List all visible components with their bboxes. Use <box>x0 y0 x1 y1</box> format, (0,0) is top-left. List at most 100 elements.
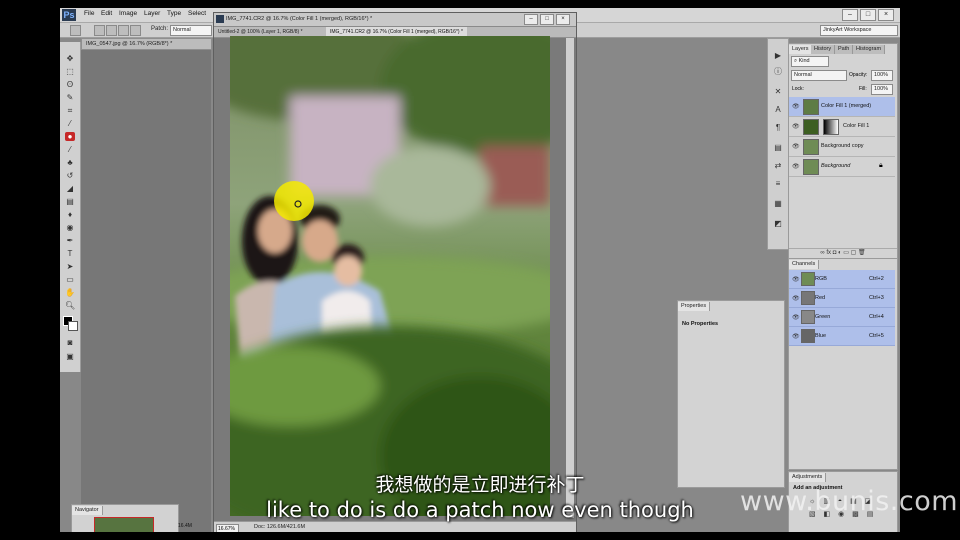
eye-icon[interactable]: 👁︎ <box>792 123 800 130</box>
layer-row[interactable]: 👁︎ Background 🔒︎ <box>789 157 895 177</box>
new-layer-icon[interactable]: ▢ <box>851 250 858 256</box>
paragraph-icon[interactable]: ¶ <box>773 123 783 132</box>
tab-untitled-2[interactable]: Untitled-2 @ 100% (Layer 1, RGB/8) * <box>218 29 303 35</box>
brush-presets-icon[interactable]: ▤ <box>773 143 783 152</box>
pen-tool-icon[interactable]: ✒ <box>65 236 75 245</box>
patch-tool-active-icon[interactable]: ● <box>65 132 75 141</box>
layer-name: Background <box>821 163 851 169</box>
quick-select-tool-icon[interactable]: ✎ <box>65 93 75 102</box>
path-select-tool-icon[interactable]: ➤ <box>65 262 75 271</box>
doc-close-button[interactable]: × <box>556 14 570 25</box>
history-brush-icon[interactable]: ↺ <box>65 171 75 180</box>
tool-presets-icon[interactable]: ≡ <box>773 179 783 188</box>
eye-icon[interactable]: 👁︎ <box>792 163 800 170</box>
zoom-tool-icon[interactable]: 🔍︎ <box>65 301 75 310</box>
eye-icon[interactable]: 👁︎ <box>792 103 800 110</box>
doc-maximize-button[interactable]: □ <box>540 14 554 25</box>
channel-row[interactable]: 👁︎ Blue Ctrl+5 <box>789 327 895 346</box>
status-bar: 16.67% Doc: 126.6M/421.6M <box>214 521 576 532</box>
blend-mode-select[interactable]: Normal <box>791 70 847 81</box>
screen-mode-icon[interactable]: ▣ <box>65 352 75 361</box>
play-icon[interactable]: ▶ <box>773 51 783 60</box>
menu-edit[interactable]: Edit <box>101 10 112 17</box>
menu-image[interactable]: Image <box>119 10 137 17</box>
info-icon[interactable]: ⓘ <box>773 67 783 76</box>
intersect-selection-icon[interactable] <box>130 25 141 36</box>
close-button[interactable]: × <box>878 9 894 21</box>
new-selection-icon[interactable] <box>94 25 105 36</box>
eye-icon[interactable]: 👁︎ <box>792 295 800 302</box>
navigator-zoom-hint: 16.4M <box>178 523 192 529</box>
swatches-icon[interactable]: ▦ <box>773 199 783 208</box>
layer-row[interactable]: 👁︎ Color Fill 1 (merged) <box>789 97 895 117</box>
tab-histogram[interactable]: Histogram <box>853 45 886 54</box>
eraser-tool-icon[interactable]: ◢ <box>65 184 75 193</box>
tab-history[interactable]: History <box>811 45 836 54</box>
trash-icon[interactable]: 🗑︎ <box>858 250 866 256</box>
doc-size: Doc: 126.6M/421.6M <box>254 524 306 530</box>
channel-shortcut: Ctrl+2 <box>869 276 884 282</box>
hand-tool-icon[interactable]: ✋ <box>65 288 75 297</box>
layer-row[interactable]: 👁︎ Color Fill 1 <box>789 117 895 137</box>
blur-tool-icon[interactable]: ♦ <box>65 210 75 219</box>
background-document <box>81 38 211 532</box>
dodge-tool-icon[interactable]: ◉ <box>65 223 75 232</box>
vertical-scrollbar[interactable] <box>566 38 574 518</box>
channel-row[interactable]: 👁︎ Red Ctrl+3 <box>789 289 895 308</box>
fill-label: Fill: <box>859 86 867 92</box>
fill-field[interactable]: 100% <box>871 84 893 95</box>
channel-row[interactable]: 👁︎ RGB Ctrl+2 <box>789 270 895 289</box>
add-selection-icon[interactable] <box>106 25 117 36</box>
subtract-selection-icon[interactable] <box>118 25 129 36</box>
doc-minimize-button[interactable]: – <box>524 14 538 25</box>
move-tool-icon[interactable]: ✥ <box>65 54 75 63</box>
tab-layers[interactable]: Layers <box>789 45 813 54</box>
folder-icon[interactable]: ▭ <box>843 250 850 256</box>
eye-icon[interactable]: 👁︎ <box>792 276 800 283</box>
maximize-button[interactable]: □ <box>860 9 876 21</box>
channel-row[interactable]: 👁︎ Green Ctrl+4 <box>789 308 895 327</box>
tools-icon[interactable]: ✕ <box>773 87 783 96</box>
channels-list: 👁︎ RGB Ctrl+2 👁︎ Red Ctrl+3 👁︎ Green Ctr… <box>789 270 897 346</box>
quick-mask-icon[interactable]: ◙ <box>65 338 75 347</box>
no-properties-text: No Properties <box>682 321 719 327</box>
eye-icon[interactable]: 👁︎ <box>792 314 800 321</box>
type-tool-icon[interactable]: T <box>65 249 75 258</box>
marquee-tool-icon[interactable]: ⬚ <box>65 67 75 76</box>
shape-tool-icon[interactable]: ▭ <box>65 275 75 284</box>
patch-mode-select[interactable]: Normal <box>170 25 212 36</box>
stamp-tool-icon[interactable]: ♣ <box>65 158 75 167</box>
tab-properties[interactable]: Properties <box>678 302 711 311</box>
brush-tool-icon[interactable]: ⁄ <box>65 145 75 154</box>
tab-channels[interactable]: Channels <box>789 260 820 269</box>
eye-icon[interactable]: 👁︎ <box>792 143 800 150</box>
patch-tool-icon[interactable] <box>70 25 81 36</box>
opacity-field[interactable]: 100% <box>871 70 893 81</box>
tab-img-0547[interactable]: IMG_0547.jpg @ 16.7% (RGB/8*) * <box>81 38 212 50</box>
tools-panel: ✥ ⬚ ʘ ✎ ⌗ ⁄ ● ⁄ ♣ ↺ ◢ ▤ ♦ ◉ ✒ T ➤ ▭ ✋ 🔍︎… <box>60 42 81 372</box>
menu-layer[interactable]: Layer <box>144 10 160 17</box>
styles-icon[interactable]: ◩ <box>773 219 783 228</box>
minimize-button[interactable]: – <box>842 9 858 21</box>
document-title-bar[interactable]: IMG_7741.CR2 @ 16.7% (Color Fill 1 (merg… <box>214 13 576 27</box>
family-photo <box>230 36 550 516</box>
character-icon[interactable]: A <box>773 105 783 114</box>
lasso-tool-icon[interactable]: ʘ <box>65 80 75 89</box>
workspace-select[interactable]: JinkyArt Workspace <box>820 25 898 36</box>
eye-icon[interactable]: 👁︎ <box>792 333 800 340</box>
menu-file[interactable]: File <box>84 10 94 17</box>
eyedropper-tool-icon[interactable]: ⁄ <box>65 119 75 128</box>
watermark: www.bunis.com <box>740 486 959 517</box>
crop-tool-icon[interactable]: ⌗ <box>65 106 75 115</box>
menu-type[interactable]: Type <box>167 10 181 17</box>
menu-select[interactable]: Select <box>188 10 206 17</box>
tab-path[interactable]: Path <box>835 45 854 54</box>
background-color-swatch[interactable] <box>68 321 78 331</box>
photo-canvas[interactable] <box>230 36 550 516</box>
gradient-tool-icon[interactable]: ▤ <box>65 197 75 206</box>
patch-label: Patch: <box>151 26 169 32</box>
zoom-field[interactable]: 16.67% <box>216 524 239 532</box>
clone-source-icon[interactable]: ⇄ <box>773 161 783 170</box>
layer-kind-select[interactable]: ⌕ Kind <box>791 56 829 67</box>
layer-row[interactable]: 👁︎ Background copy <box>789 137 895 157</box>
